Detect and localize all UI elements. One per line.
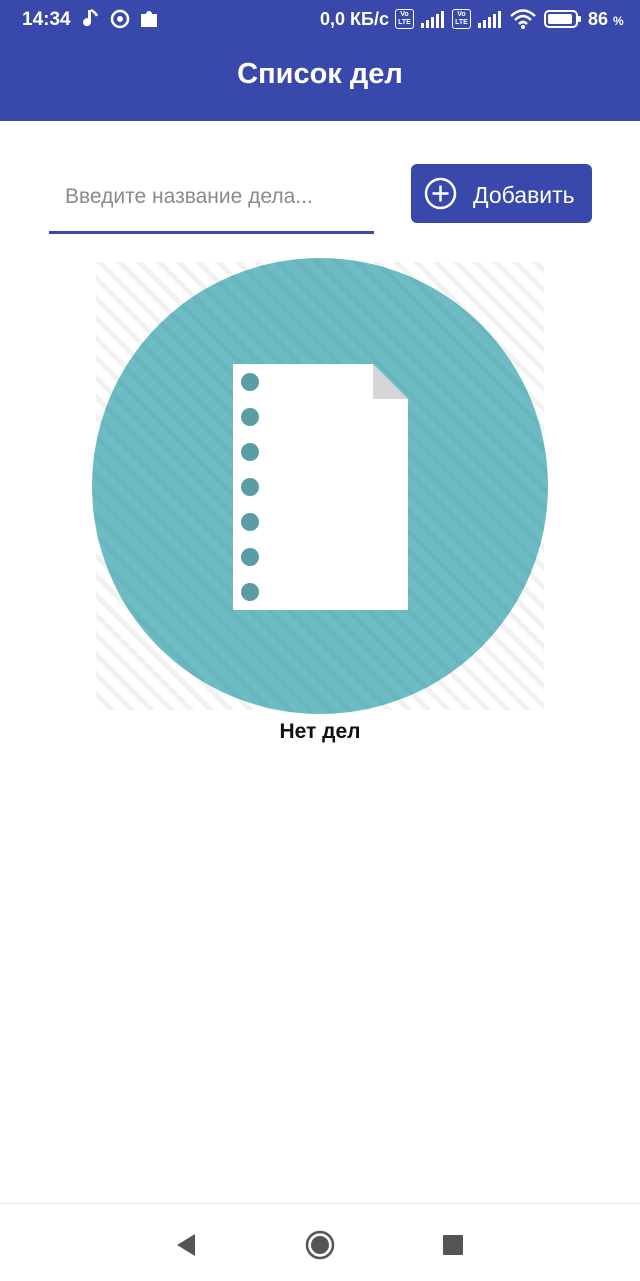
add-button-label: Добавить	[473, 182, 575, 208]
status-time: 14:34	[22, 9, 71, 30]
back-icon[interactable]	[169, 1228, 203, 1262]
network-speed: 0,0 КБ/с	[320, 9, 389, 29]
puzzle-icon	[141, 11, 157, 27]
app-header: 14:34 0,0 КБ/с Vo LTE Vo LTE 86 % Список…	[0, 0, 640, 121]
sync-icon	[110, 9, 130, 29]
volte-badge-1: Vo LTE	[395, 9, 414, 29]
status-bar: 14:34 0,0 КБ/с Vo LTE Vo LTE 86 %	[0, 0, 640, 40]
battery-unit: %	[613, 14, 624, 28]
signal-icon-2	[478, 11, 501, 28]
battery-icon	[544, 10, 581, 28]
home-icon[interactable]	[303, 1228, 337, 1262]
empty-list-illustration	[92, 258, 548, 714]
signal-icon-1	[421, 11, 444, 28]
task-input-container	[49, 168, 374, 234]
plus-circle-icon	[424, 177, 457, 210]
empty-state-message: Нет дел	[279, 720, 361, 743]
music-note-icon	[83, 8, 99, 27]
document-list-icon	[233, 364, 408, 610]
battery-percent: 86	[588, 9, 609, 29]
wifi-icon	[510, 9, 536, 29]
system-nav-bar	[0, 1203, 640, 1281]
recents-icon[interactable]	[436, 1228, 470, 1262]
add-task-button[interactable]: Добавить	[411, 164, 592, 223]
volte-badge-2: Vo LTE	[452, 9, 471, 29]
task-name-input[interactable]	[63, 176, 367, 218]
page-title: Список дел	[237, 58, 403, 90]
